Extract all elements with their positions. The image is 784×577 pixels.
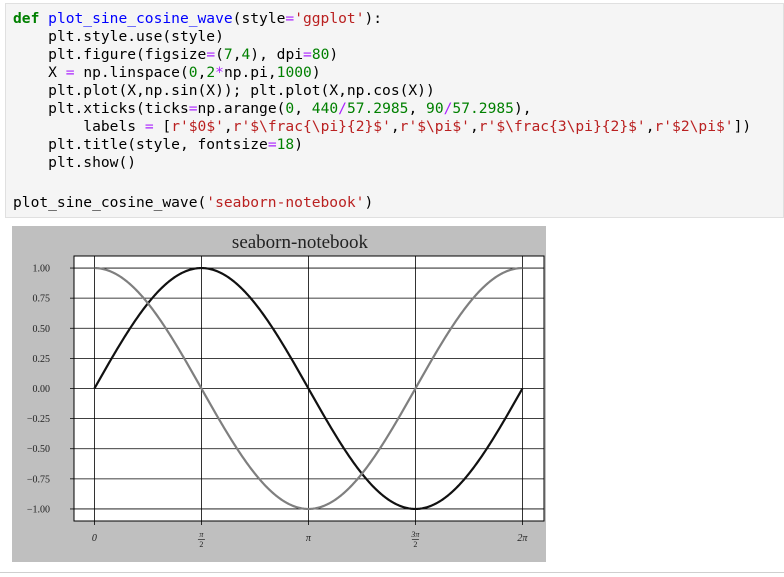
code-token: = (303, 46, 312, 63)
code-token: / (338, 100, 347, 117)
y-tick-label: 0.50 (33, 324, 51, 335)
x-tick-label-denominator: 2 (199, 540, 203, 549)
code-token: r'$2\pi$' (654, 118, 734, 135)
code-token: ) (311, 64, 321, 81)
code-token: plot_sine_cosine_wave( (13, 194, 207, 211)
code-token: * (215, 64, 224, 81)
y-tick-label: −0.50 (27, 444, 50, 455)
x-tick-label: 2π (517, 533, 528, 544)
code-token: , (469, 118, 479, 135)
code-token: r'$\frac{\pi}{2}$' (232, 118, 391, 135)
code-token: 'seaborn-notebook' (206, 194, 365, 211)
code-token: ( (215, 46, 224, 63)
code-token: 440 (311, 100, 339, 117)
y-tick-label: 1.00 (33, 264, 51, 275)
code-token: , (232, 46, 242, 63)
code-line: plt.plot(X,np.sin(X)); plt.plot(X,np.cos… (13, 82, 435, 100)
code-line: plt.figure(figsize=(7,4), dpi=80) (13, 46, 338, 64)
code-token: ) (329, 46, 339, 63)
code-token: ), (513, 100, 532, 117)
code-token: 90 (426, 100, 444, 117)
code-line: plt.title(style, fontsize=18) (13, 136, 303, 154)
x-tick-label: 3π (410, 530, 420, 539)
code-token: 0 (285, 100, 295, 117)
code-token: plt.xticks(ticks (48, 100, 189, 117)
code-token: plt.plot(X,np.sin(X)); plt.plot(X,np.cos… (48, 82, 435, 99)
code-token: r'$\frac{3\pi}{2}$' (478, 118, 646, 135)
code-token: np.linspace( (74, 64, 189, 81)
code-token: plot_sine_cosine_wave (48, 10, 233, 27)
code-token: plt.figure(figsize (48, 46, 207, 63)
y-tick-label: −0.25 (27, 414, 50, 425)
code-token: 57.2985 (452, 100, 514, 117)
code-token: np.arange( (197, 100, 286, 117)
code-token: 0 (188, 64, 198, 81)
code-token: = (206, 46, 216, 63)
code-token: 4 (241, 46, 251, 63)
code-token: ), dpi (250, 46, 304, 63)
code-cell[interactable]: def plot_sine_cosine_wave(style='ggplot'… (5, 3, 784, 218)
chart-figure: seaborn-notebook 1.00 0.75 0.50 0.25 0.00 −0.… (12, 226, 546, 562)
x-tick-label-denominator: 2 (413, 540, 417, 549)
code-line: def plot_sine_cosine_wave(style='ggplot'… (13, 10, 382, 28)
output-area: seaborn-notebook 1.00 0.75 0.50 0.25 0.00 −0.… (12, 226, 546, 562)
code-line: X = np.linspace(0,2*np.pi,1000) (13, 64, 321, 82)
code-token: ) (364, 194, 374, 211)
code-token: 7 (223, 46, 233, 63)
code-token: ]) (733, 118, 752, 135)
code-token: , (223, 118, 233, 135)
code-token: plt.show() (48, 154, 137, 171)
code-token: ) (294, 136, 303, 153)
code-token: 'ggplot' (294, 10, 365, 27)
axes: 1.00 0.75 0.50 0.25 0.00 −0.25 −0.50 −0.75 −1.00… (27, 255, 545, 549)
code-token: r'$0$' (171, 118, 224, 135)
code-token: 57.2985 (346, 100, 409, 117)
y-tick-label: 0.00 (33, 384, 51, 395)
code-token: def (13, 10, 40, 27)
code-token: [ (153, 118, 172, 135)
code-token: , (294, 100, 312, 117)
code-line: plt.xticks(ticks=np.arange(0, 440/57.298… (13, 100, 532, 118)
code-line: plt.show() (13, 154, 136, 172)
code-token: 1000 (276, 64, 312, 81)
code-token: 18 (276, 136, 295, 153)
code-token: , (408, 100, 427, 117)
y-tick-label: −1.00 (27, 504, 50, 515)
code-line: labels = [r'$0$',r'$\frac{\pi}{2}$',r'$\… (13, 118, 751, 136)
code-token: = (65, 64, 75, 81)
code-token: = (285, 10, 295, 27)
code-token: np.pi, (223, 64, 277, 81)
code-token: ): (364, 10, 383, 27)
code-token: 2 (206, 64, 216, 81)
code-token: X (48, 64, 66, 81)
code-token: = (144, 118, 154, 135)
code-line: plt.style.use(style) (13, 28, 224, 46)
chart-title: seaborn-notebook (232, 232, 369, 253)
y-tick-label: −0.75 (27, 474, 50, 485)
y-tick-label: 0.25 (33, 354, 51, 365)
x-tick-label: 0 (92, 533, 97, 544)
code-token: = (267, 136, 277, 153)
code-token: r'$\pi$' (399, 118, 470, 135)
code-line: plot_sine_cosine_wave('seaborn-notebook'… (13, 194, 373, 212)
divider (0, 572, 784, 573)
code-token: , (390, 118, 400, 135)
y-tick-label: 0.75 (33, 294, 51, 305)
code-token: labels (83, 118, 145, 135)
code-token: = (188, 100, 198, 117)
code-token: (style (232, 10, 286, 27)
code-token: 80 (311, 46, 330, 63)
code-token: plt.style.use(style) (48, 28, 224, 45)
code-token: plt.title(style, fontsize (48, 136, 268, 153)
